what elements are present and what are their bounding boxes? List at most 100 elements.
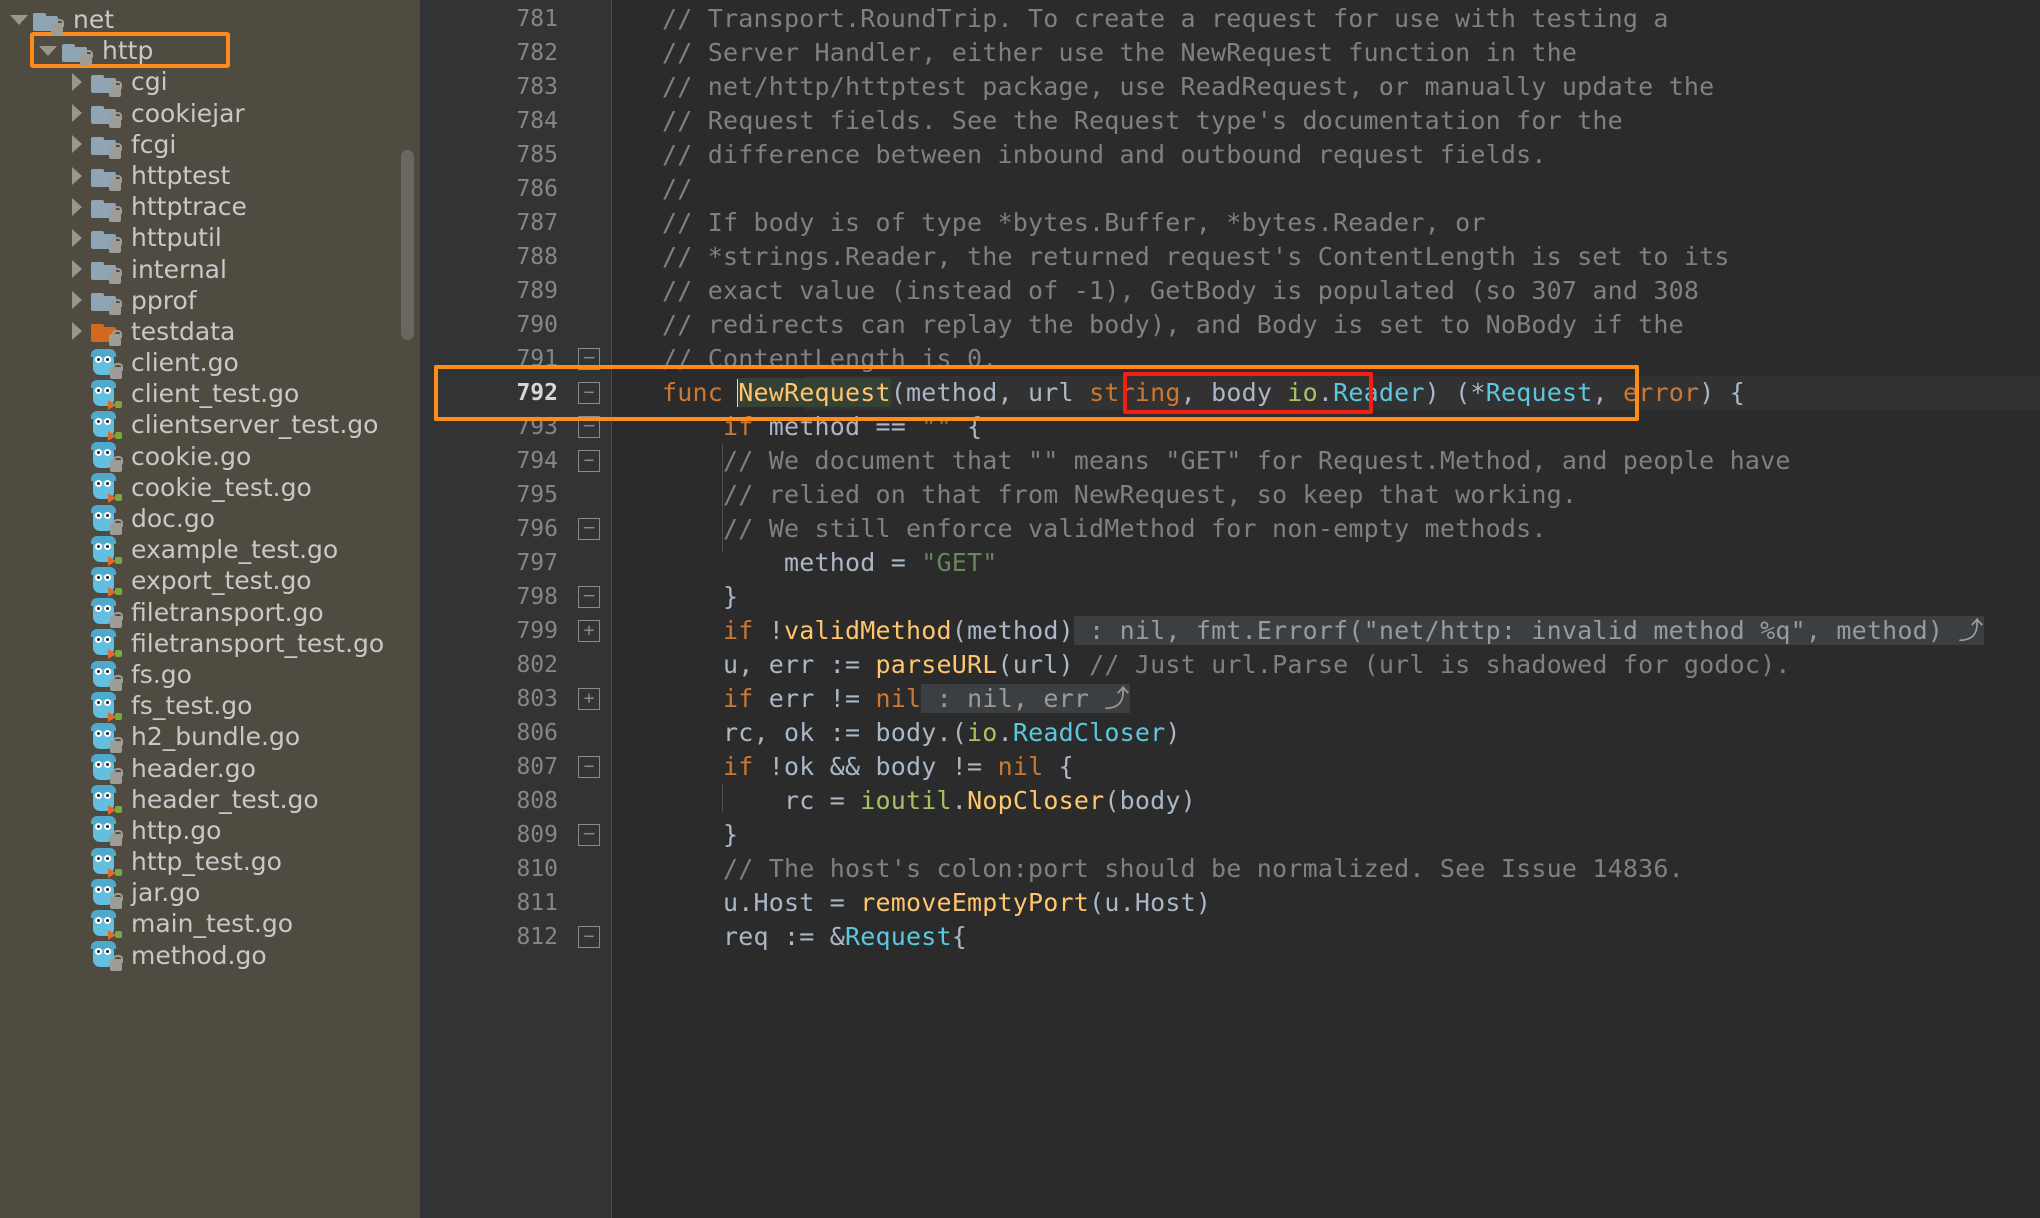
code-line-row[interactable]: 812− req := &Request{ (516, 920, 2040, 954)
chevron-right-icon[interactable] (64, 66, 90, 97)
fold-collapse-icon[interactable]: − (578, 382, 600, 404)
fold-marker[interactable]: − (578, 518, 600, 540)
code-line-row[interactable]: 803 + if err != nil : nil, err ⤴ (516, 682, 2040, 716)
code-line-row[interactable]: 797 method = "GET" (516, 546, 2040, 580)
fold-marker[interactable]: − (578, 824, 600, 846)
code-line-row[interactable]: 807− if !ok && body != nil { (516, 750, 2040, 784)
code-folding-gutter[interactable] (572, 0, 612, 1218)
code-line-row[interactable]: 802 u, err := parseURL(url) // Just url.… (516, 648, 2040, 682)
fold-expand-icon[interactable]: + (578, 688, 600, 710)
tree-item-method-go[interactable]: method.go (0, 940, 420, 972)
tree-item-example_test-go[interactable]: example_test.go (0, 534, 420, 566)
code-line-row[interactable]: 791− // ContentLength is 0. (516, 342, 2040, 376)
fold-region-end-icon[interactable]: − (578, 416, 600, 438)
fold-collapse-icon[interactable]: − (578, 926, 600, 948)
tree-item-main_test-go[interactable]: main_test.go (0, 908, 420, 941)
fold-region-end-icon[interactable]: − (578, 586, 600, 608)
tree-item-internal[interactable]: internal (0, 254, 420, 285)
chevron-down-icon[interactable] (35, 35, 61, 66)
code-line-row[interactable]: 810 // The host's colon:port should be n… (516, 852, 2040, 886)
code-line-row[interactable]: 782 // Server Handler, either use the New… (516, 36, 2040, 70)
code-line-row[interactable]: 785 // difference between inbound and out… (516, 138, 2040, 172)
code-line-row[interactable]: 809− } (516, 818, 2040, 852)
fold-expand-icon[interactable]: + (578, 620, 600, 642)
code-line-row[interactable]: 796− // We still enforce validMethod for… (516, 512, 2040, 546)
code-line-row[interactable]: 783 // net/http/httptest package, use Rea… (516, 70, 2040, 104)
tree-item-fcgi[interactable]: fcgi (0, 129, 420, 160)
fold-marker[interactable]: − (578, 586, 600, 608)
code-line-row[interactable]: 792− func NewRequest(method, url string, … (516, 376, 2040, 410)
fold-region-start-icon[interactable]: − (578, 348, 600, 370)
code-line-row[interactable]: 799 + if !validMethod(method) : nil, fmt.… (516, 614, 2040, 648)
tree-item-header_test-go[interactable]: header_test.go (0, 784, 420, 816)
code-line-row[interactable]: 806 rc, ok := body.(io.ReadCloser) (516, 716, 2040, 750)
code-line-row[interactable]: 793− if method == "" { (516, 410, 2040, 444)
chevron-right-icon[interactable] (64, 254, 90, 285)
tree-item-h2_bundle-go[interactable]: h2_bundle.go (0, 721, 420, 753)
tree-item-httptrace[interactable]: httptrace (0, 191, 420, 222)
tree-item-client_test-go[interactable]: client_test.go (0, 378, 420, 410)
tree-item-fs-go[interactable]: fs.go (0, 659, 420, 691)
tree-item-doc-go[interactable]: doc.go (0, 503, 420, 535)
code-line-row[interactable]: 789 // exact value (instead of -1), GetBo… (516, 274, 2040, 308)
fold-marker[interactable]: − (578, 416, 600, 438)
fold-collapse-icon[interactable]: − (578, 756, 600, 778)
code-line-row[interactable]: 790 // redirects can replay the body), an… (516, 308, 2040, 342)
tree-item-cookie-go[interactable]: cookie.go (0, 441, 420, 473)
tree-item-http[interactable]: http (0, 35, 420, 66)
fold-marker[interactable]: − (578, 382, 600, 404)
tree-item-cookie_test-go[interactable]: cookie_test.go (0, 472, 420, 504)
folded-code-placeholder[interactable]: : nil, err ⤴ (921, 684, 1130, 713)
fold-collapse-icon[interactable]: − (578, 450, 600, 472)
code-line-row[interactable]: 786 // (516, 172, 2040, 206)
fold-marker[interactable]: − (578, 348, 600, 370)
fold-marker[interactable]: + (578, 688, 600, 710)
tree-item-pprof[interactable]: pprof (0, 285, 420, 316)
fold-region-end-icon[interactable]: − (578, 824, 600, 846)
chevron-right-icon[interactable] (64, 222, 90, 253)
code-line-row[interactable]: 795 // relied on that from NewRequest, s… (516, 478, 2040, 512)
code-line-row[interactable]: 811 u.Host = removeEmptyPort(u.Host) (516, 886, 2040, 920)
tree-item-http_test-go[interactable]: http_test.go (0, 846, 420, 878)
folded-code-placeholder[interactable]: : nil, fmt.Errorf("net/http: invalid met… (1073, 616, 1984, 645)
tree-item-httputil[interactable]: httputil (0, 222, 420, 253)
tree-item-export_test-go[interactable]: export_test.go (0, 565, 420, 597)
chevron-right-icon[interactable] (64, 191, 90, 222)
project-tree-list[interactable]: net http cgi cookiejar fcgi httptest httptrace… (0, 0, 420, 1218)
code-line-row[interactable]: 788 // *strings.Reader, the returned requ… (516, 240, 2040, 274)
fold-marker[interactable]: + (578, 620, 600, 642)
tree-item-clientserver_test-go[interactable]: clientserver_test.go (0, 409, 420, 442)
code-line-row[interactable]: 787 // If body is of type *bytes.Buffer, … (516, 206, 2040, 240)
editor-pane[interactable]: 781 // Transport.RoundTrip. To create a r… (420, 0, 2040, 1218)
tree-item-cgi[interactable]: cgi (0, 66, 420, 97)
fold-region-end-icon[interactable]: − (578, 518, 600, 540)
code-line-row[interactable]: 781 // Transport.RoundTrip. To create a r… (516, 2, 2040, 36)
tree-item-filetransport_test-go[interactable]: filetransport_test.go (0, 628, 420, 660)
tree-item-fs_test-go[interactable]: fs_test.go (0, 690, 420, 722)
fold-marker[interactable]: − (578, 450, 600, 472)
chevron-right-icon[interactable] (64, 285, 90, 316)
code-text-area[interactable]: 781 // Transport.RoundTrip. To create a r… (516, 0, 2040, 1218)
tree-item-cookiejar[interactable]: cookiejar (0, 98, 420, 129)
tree-item-net[interactable]: net (0, 4, 420, 35)
tree-item-jar-go[interactable]: jar.go (0, 877, 420, 909)
code-line-row[interactable]: 798− } (516, 580, 2040, 614)
tree-item-header-go[interactable]: header.go (0, 753, 420, 785)
tree-scrollbar-thumb[interactable] (401, 150, 414, 340)
chevron-right-icon[interactable] (64, 98, 90, 129)
tree-item-httptest[interactable]: httptest (0, 160, 420, 191)
tree-item-filetransport-go[interactable]: filetransport.go (0, 597, 420, 629)
code-line-row[interactable]: 794− // We document that "" means "GET" … (516, 444, 2040, 478)
chevron-right-icon[interactable] (64, 316, 90, 347)
tree-item-testdata[interactable]: testdata (0, 316, 420, 347)
chevron-down-icon[interactable] (6, 4, 32, 35)
code-line-row[interactable]: 808 rc = ioutil.NopCloser(body) (516, 784, 2040, 818)
chevron-right-icon[interactable] (64, 160, 90, 191)
fold-marker[interactable]: − (578, 926, 600, 948)
chevron-right-icon[interactable] (64, 129, 90, 160)
code-line-row[interactable]: 784 // Request fields. See the Request ty… (516, 104, 2040, 138)
tree-item-client-go[interactable]: client.go (0, 347, 420, 379)
fold-marker[interactable]: − (578, 756, 600, 778)
project-tree-panel[interactable]: net http cgi cookiejar fcgi httptest httptrace… (0, 0, 420, 1218)
tree-item-http-go[interactable]: http.go (0, 815, 420, 847)
